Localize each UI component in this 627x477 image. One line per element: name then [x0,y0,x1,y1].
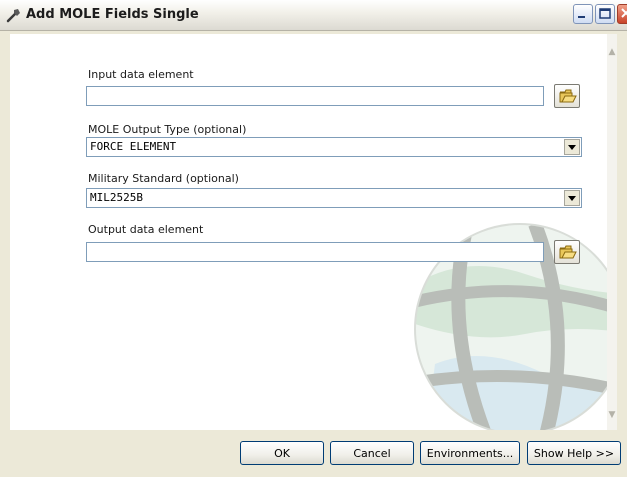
output-data-element-field[interactable] [86,242,544,262]
chevron-down-icon [568,196,576,201]
vertical-scrollbar[interactable]: ▲ ▼ [607,34,617,430]
scroll-down-icon[interactable]: ▼ [607,409,617,421]
close-button[interactable] [617,4,627,24]
mole-output-type-dropdown-button[interactable] [564,139,580,155]
chevron-down-icon [568,145,576,150]
input-browse-button[interactable] [554,84,580,108]
input-data-element-label: Input data element [88,68,194,81]
environments-button[interactable]: Environments... [420,441,520,465]
title-bar[interactable]: Add MOLE Fields Single [0,0,627,31]
maximize-icon [599,8,611,19]
military-standard-value: MIL2525B [90,191,143,204]
tool-icon [6,9,20,23]
close-icon [621,8,627,18]
ok-button[interactable]: OK [240,441,324,465]
military-standard-dropdown-button[interactable] [564,190,580,206]
output-data-element-label: Output data element [88,223,204,236]
military-standard-select[interactable]: MIL2525B [86,188,582,208]
dialog-window: Add MOLE Fields Single Input data elemen… [0,0,627,477]
open-folder-icon [559,245,577,259]
minimize-button[interactable] [573,4,593,24]
scroll-up-icon[interactable]: ▲ [607,46,617,58]
parameters-panel: Input data element MOLE Output Type (opt… [10,34,617,430]
mole-output-type-value: FORCE ELEMENT [90,140,177,153]
input-data-element-field[interactable] [86,86,544,106]
show-help-button[interactable]: Show Help >> [527,441,621,465]
maximize-button[interactable] [595,4,615,24]
mole-output-type-select[interactable]: FORCE ELEMENT [86,137,582,157]
window-title: Add MOLE Fields Single [26,7,199,22]
open-folder-icon [559,89,577,103]
military-standard-label: Military Standard (optional) [88,172,239,185]
output-browse-button[interactable] [554,240,580,264]
minimize-icon [578,16,585,18]
cancel-button[interactable]: Cancel [330,441,414,465]
mole-output-type-label: MOLE Output Type (optional) [88,123,247,136]
button-bar: OK Cancel Environments... Show Help >> [0,430,627,477]
